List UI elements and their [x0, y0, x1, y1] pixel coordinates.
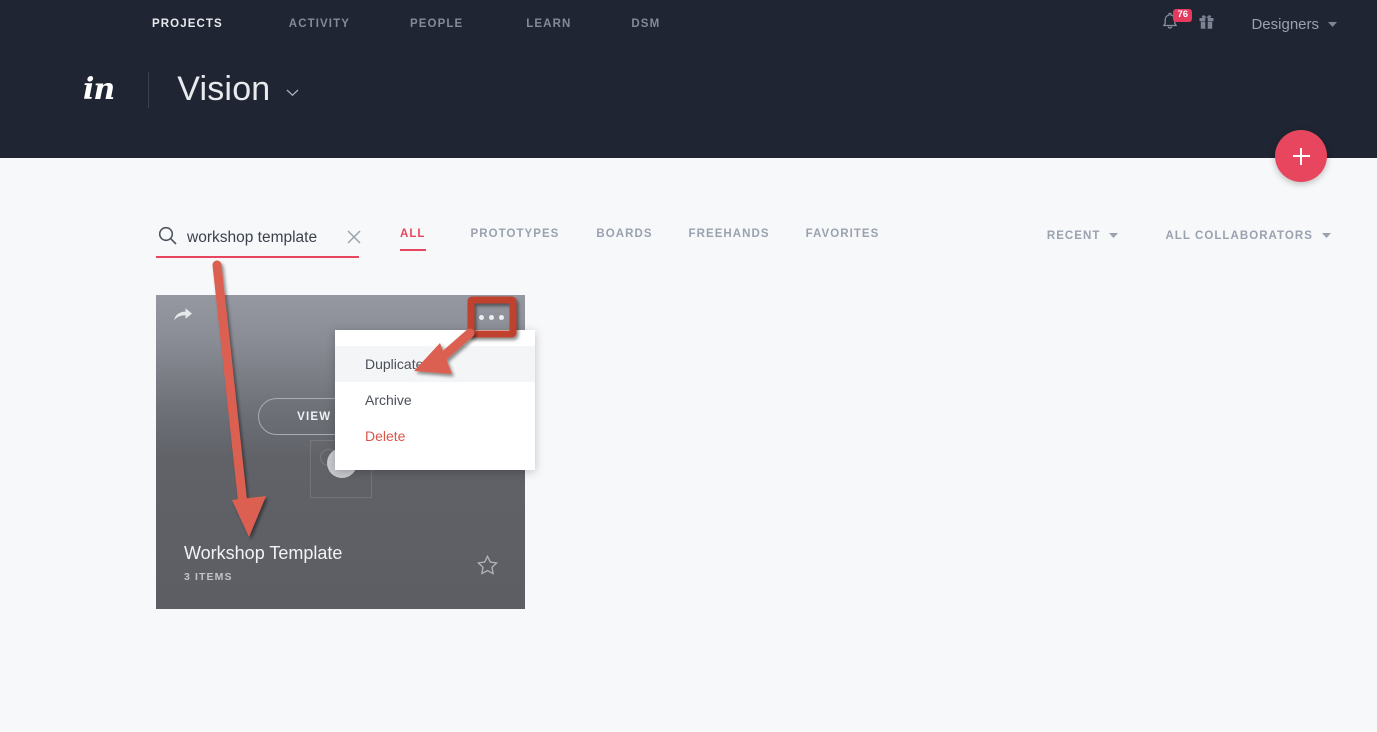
card-context-menu: Duplicate Archive Delete: [335, 330, 535, 470]
menu-item-duplicate[interactable]: Duplicate: [335, 346, 535, 382]
sort-filter-group: RECENT ALL COLLABORATORS: [1047, 230, 1331, 242]
app-header: PROJECTS ACTIVITY PEOPLE LEARN DSM 76 De…: [0, 0, 1377, 158]
dot-icon: [478, 314, 484, 320]
tab-prototypes[interactable]: PROTOTYPES: [471, 228, 560, 251]
dot-icon: [488, 314, 494, 320]
page-title: Vision: [177, 70, 271, 108]
tab-favorites[interactable]: FAVORITES: [806, 228, 880, 251]
collaborators-dropdown-label: ALL COLLABORATORS: [1165, 230, 1313, 242]
tab-boards[interactable]: BOARDS: [596, 228, 652, 251]
nav-item-activity[interactable]: ACTIVITY: [289, 14, 350, 34]
tab-all[interactable]: ALL: [400, 228, 426, 251]
gift-icon[interactable]: [1198, 13, 1215, 35]
brand-divider: [148, 71, 150, 108]
menu-item-delete[interactable]: Delete: [335, 418, 535, 454]
nav-item-learn[interactable]: LEARN: [526, 14, 571, 34]
search-input[interactable]: [187, 229, 337, 247]
favorite-star-icon[interactable]: [476, 554, 499, 580]
filter-tabs: ALL PROTOTYPES BOARDS FREEHANDS FAVORITE…: [400, 228, 879, 251]
notifications-button[interactable]: 76: [1162, 9, 1193, 36]
nav-item-projects[interactable]: PROJECTS: [152, 14, 223, 34]
project-chevron-down-icon[interactable]: [286, 84, 299, 102]
sort-dropdown-label: RECENT: [1046, 230, 1101, 242]
create-new-button[interactable]: [1275, 130, 1327, 182]
share-icon[interactable]: [173, 306, 193, 327]
clear-search-icon[interactable]: [346, 229, 362, 250]
header-actions: 76 Designers: [1162, 9, 1337, 36]
nav-item-dsm[interactable]: DSM: [631, 14, 660, 34]
brand-area: in Vision: [83, 70, 299, 109]
chevron-down-icon: [1109, 230, 1119, 242]
primary-nav: PROJECTS ACTIVITY PEOPLE LEARN DSM: [152, 14, 726, 34]
chevron-down-icon[interactable]: [1328, 15, 1337, 33]
chevron-down-icon: [1322, 230, 1331, 242]
invision-logo[interactable]: in: [83, 72, 115, 107]
search-field[interactable]: [156, 220, 359, 258]
nav-item-people[interactable]: PEOPLE: [410, 14, 463, 34]
user-menu-label[interactable]: Designers: [1251, 16, 1319, 33]
notification-badge: 76: [1173, 9, 1193, 22]
sort-dropdown[interactable]: RECENT: [1047, 230, 1119, 242]
card-item-count: 3 ITEMS: [184, 571, 233, 583]
menu-item-archive[interactable]: Archive: [335, 382, 535, 418]
card-more-options-button[interactable]: [472, 305, 510, 329]
card-title: Workshop Template: [184, 543, 343, 563]
collaborators-dropdown[interactable]: ALL COLLABORATORS: [1165, 230, 1331, 242]
tab-freehands[interactable]: FREEHANDS: [689, 228, 770, 251]
search-icon: [158, 226, 177, 250]
dot-icon: [498, 314, 504, 320]
